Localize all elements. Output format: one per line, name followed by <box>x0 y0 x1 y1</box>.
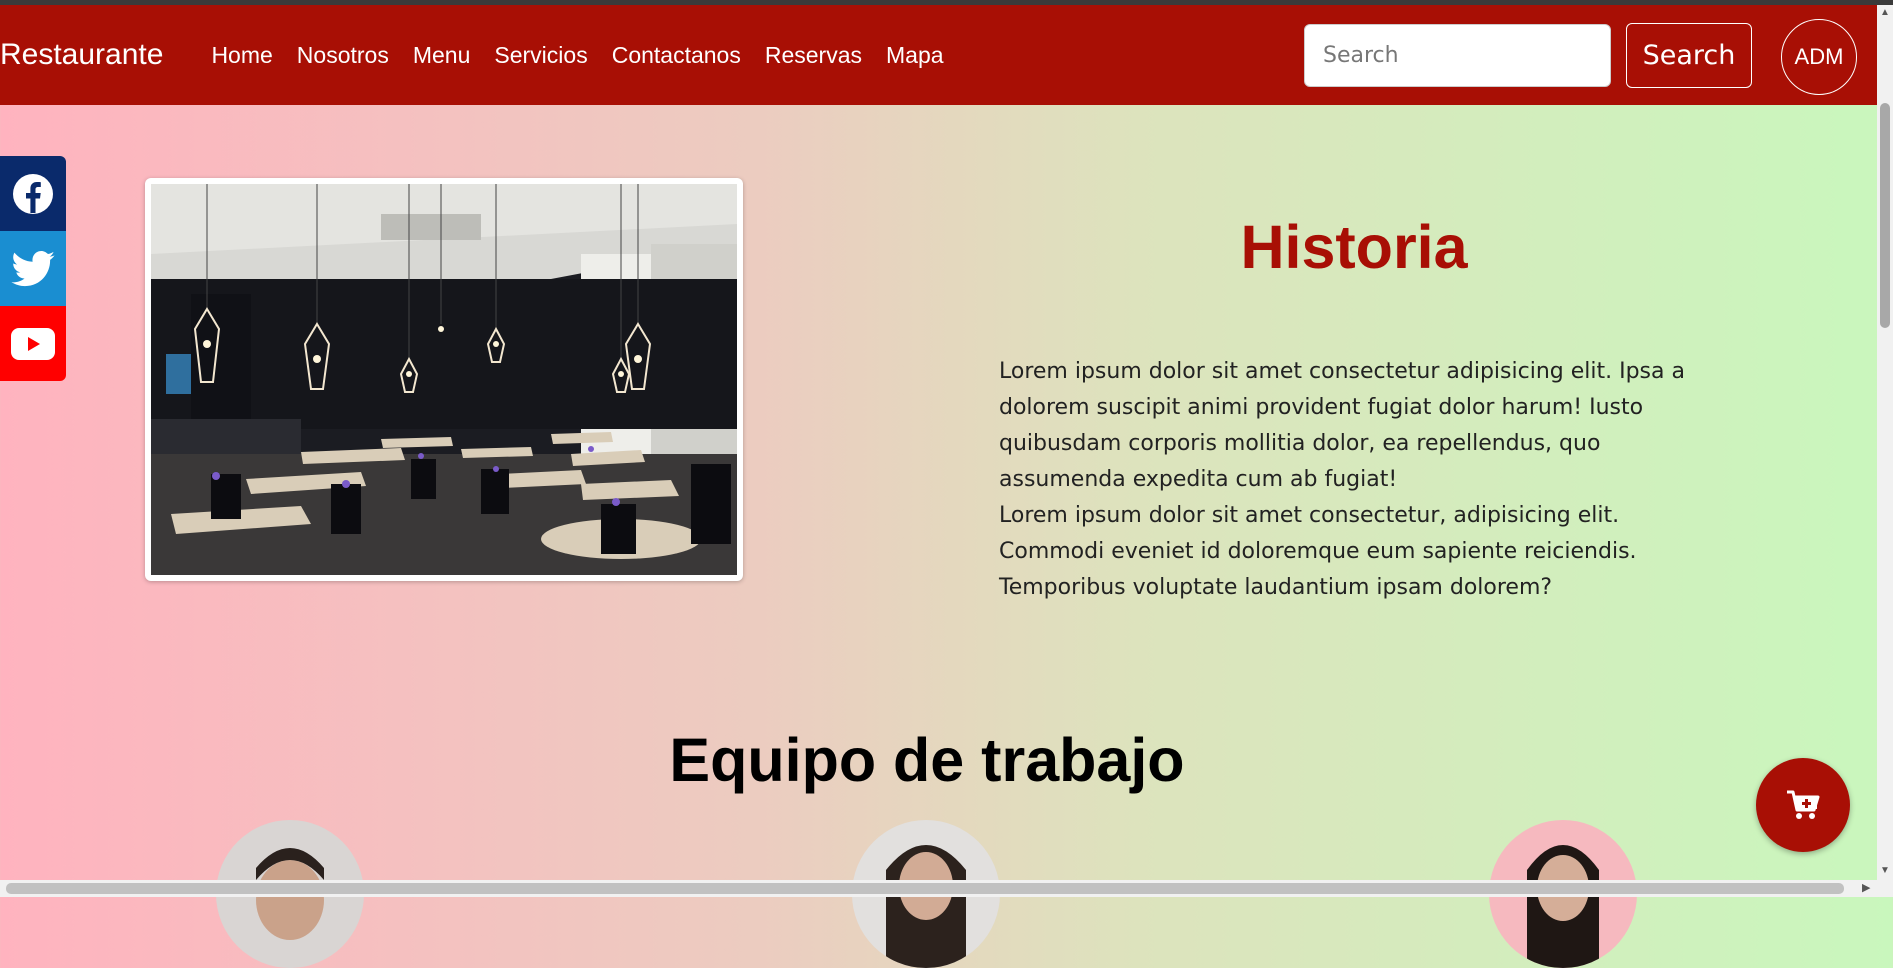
search-button[interactable]: Search <box>1626 23 1752 88</box>
youtube-icon <box>11 327 55 360</box>
horizontal-scroll-thumb[interactable] <box>6 883 1844 894</box>
facebook-icon <box>13 173 53 214</box>
horizontal-scrollbar[interactable]: ▶ <box>0 880 1893 897</box>
nav-link-contactanos[interactable]: Contactanos <box>600 42 753 69</box>
cart-plus-icon <box>1787 790 1820 819</box>
historia-title: Historia <box>1240 213 1468 281</box>
nav-links: Home Nosotros Menu Servicios Contactanos… <box>199 42 955 69</box>
social-sidebar <box>0 156 66 381</box>
nav-link-mapa[interactable]: Mapa <box>874 42 956 69</box>
vertical-scroll-thumb[interactable] <box>1880 103 1890 328</box>
brand-logo[interactable]: Restaurante <box>0 38 163 72</box>
twitter-link[interactable] <box>0 231 66 306</box>
restaurant-photo <box>145 178 743 581</box>
youtube-link[interactable] <box>0 306 66 381</box>
restaurant-interior-image <box>151 184 737 575</box>
scroll-right-icon[interactable]: ▶ <box>1862 881 1870 894</box>
historia-paragraph: Lorem ipsum dolor sit amet consectetur a… <box>999 359 1685 492</box>
nav-link-reservas[interactable]: Reservas <box>753 42 874 69</box>
facebook-link[interactable] <box>0 156 66 231</box>
scroll-up-icon[interactable]: ▲ <box>1880 7 1890 18</box>
cart-button[interactable] <box>1756 758 1850 852</box>
nav-link-servicios[interactable]: Servicios <box>482 42 599 69</box>
historia-text: Lorem ipsum dolor sit amet consectetur a… <box>999 354 1719 606</box>
nav-link-menu[interactable]: Menu <box>401 42 483 69</box>
historia-paragraph: Lorem ipsum dolor sit amet consectetur, … <box>999 503 1637 600</box>
team-title: Equipo de trabajo <box>669 726 1185 794</box>
admin-button[interactable]: ADM <box>1781 19 1857 95</box>
search-input[interactable] <box>1304 24 1611 87</box>
navbar: Restaurante Home Nosotros Menu Servicios… <box>0 5 1877 105</box>
nav-link-nosotros[interactable]: Nosotros <box>285 42 401 69</box>
scroll-down-icon[interactable]: ▼ <box>1880 865 1890 876</box>
vertical-scrollbar[interactable]: ▲ ▼ <box>1877 5 1893 880</box>
twitter-icon <box>11 250 55 286</box>
nav-link-home[interactable]: Home <box>199 42 284 69</box>
